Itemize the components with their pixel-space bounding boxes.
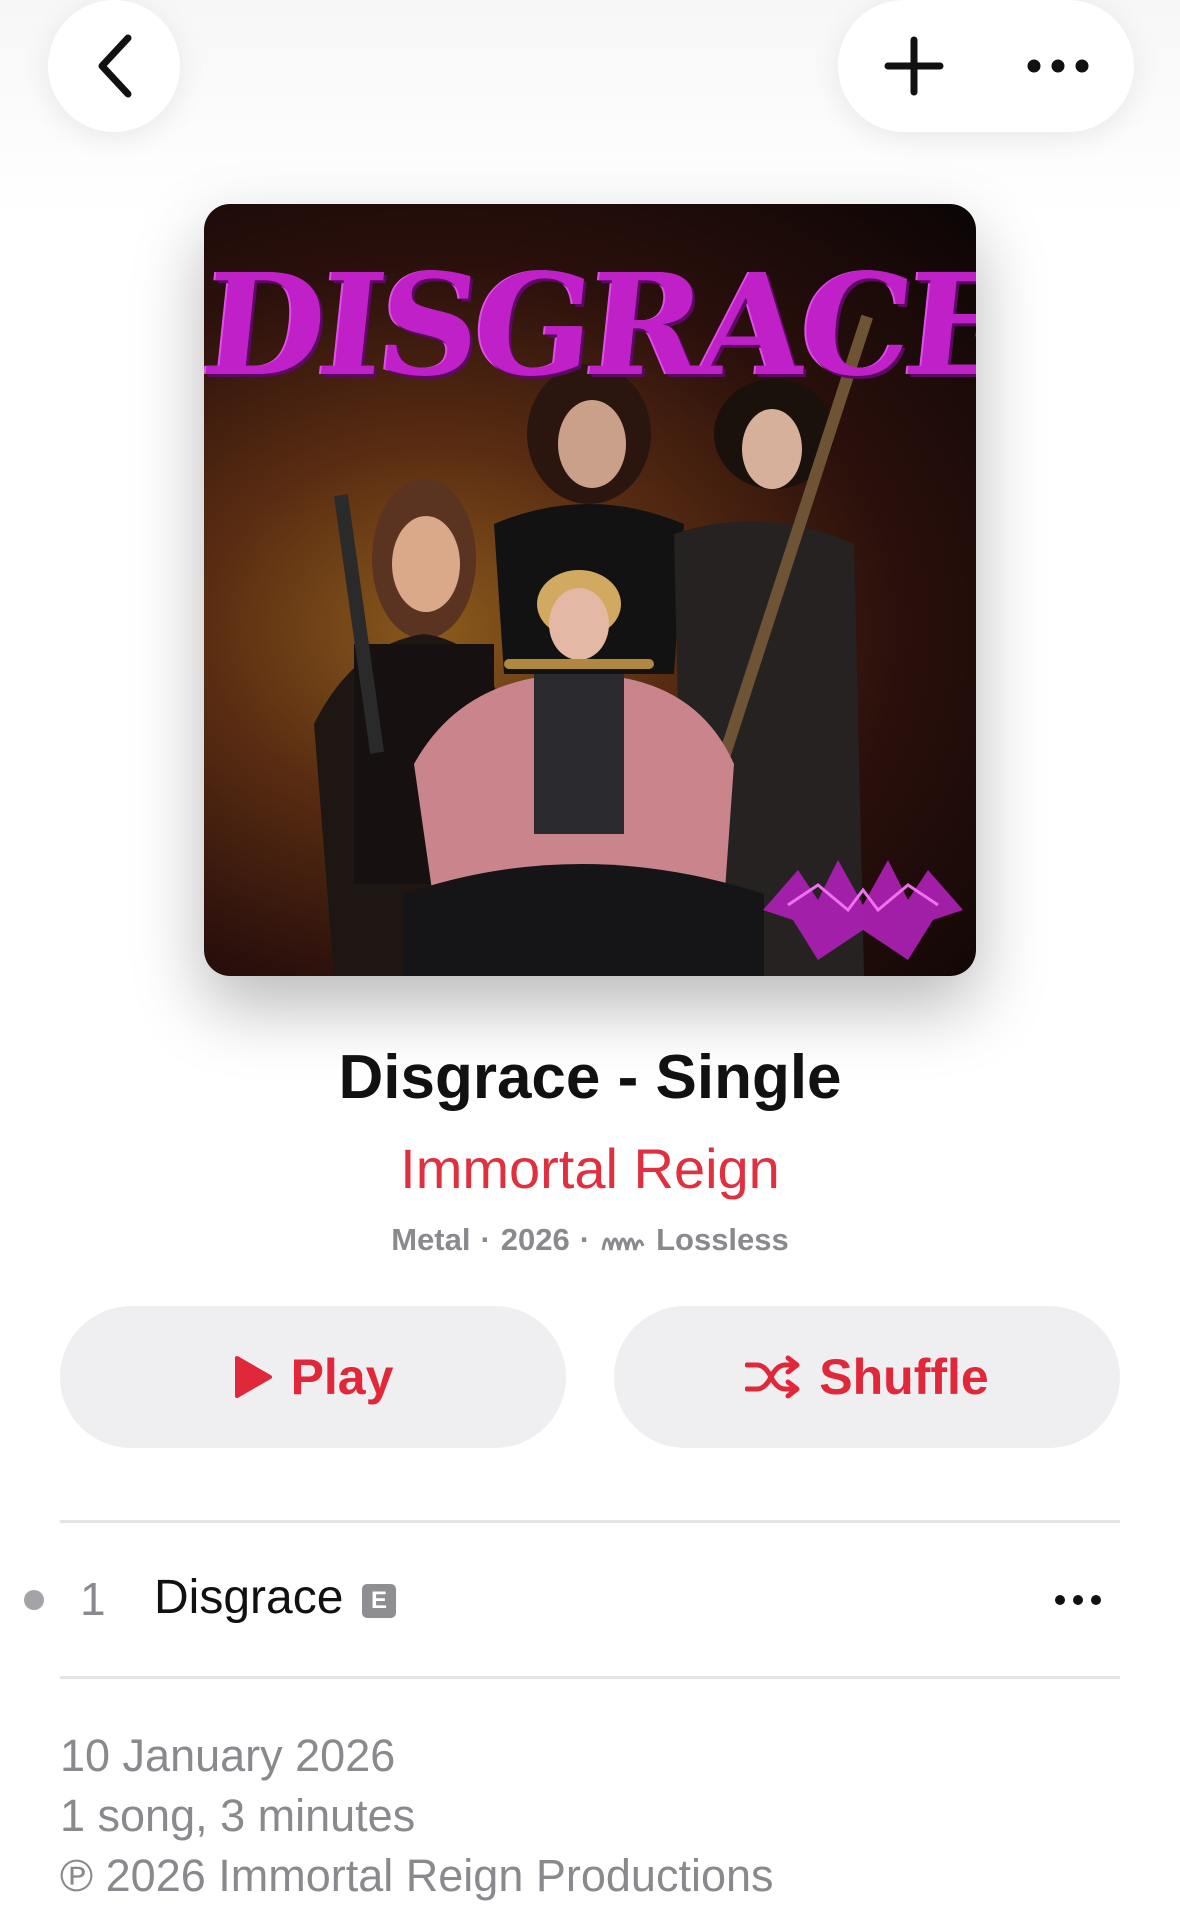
action-pill xyxy=(838,0,1134,132)
year-label: 2026 xyxy=(500,1222,570,1257)
shuffle-icon xyxy=(745,1355,800,1399)
list-divider-top xyxy=(60,1520,1120,1523)
genre-label: Metal xyxy=(391,1222,471,1257)
track-row[interactable]: 1 Disgrace E xyxy=(0,1524,1180,1674)
play-label: Play xyxy=(290,1349,394,1405)
list-divider-bottom xyxy=(60,1676,1120,1679)
artwork-title: DISGRACE xyxy=(204,244,976,408)
chevron-left-icon xyxy=(98,34,132,98)
play-icon xyxy=(234,1356,272,1398)
explicit-badge: E xyxy=(362,1584,396,1618)
back-button[interactable] xyxy=(48,0,180,132)
release-date: 10 January 2026 xyxy=(60,1730,396,1781)
now-playing-dot xyxy=(24,1590,44,1610)
ellipsis-icon xyxy=(1055,1595,1101,1605)
shuffle-button[interactable]: Shuffle xyxy=(614,1306,1120,1448)
add-button[interactable] xyxy=(874,26,954,106)
meta-separator: · xyxy=(480,1222,491,1257)
album-metadata: Metal · 2026 · Lossless xyxy=(0,1222,1180,1258)
track-number: 1 xyxy=(80,1573,106,1625)
album-title: Disgrace - Single xyxy=(338,1043,842,1112)
meta-separator: · xyxy=(579,1222,591,1257)
track-more-button[interactable] xyxy=(1042,1570,1114,1630)
plus-icon xyxy=(884,36,944,96)
copyright-text: ℗ 2026 Immortal Reign Productions xyxy=(60,1850,774,1901)
ellipsis-icon xyxy=(1027,59,1089,73)
album-artwork[interactable]: DISGRACE xyxy=(204,204,976,976)
shuffle-label: Shuffle xyxy=(819,1349,989,1405)
band-logo xyxy=(763,860,963,960)
artist-link[interactable]: Immortal Reign xyxy=(0,1136,1180,1201)
more-options-button[interactable] xyxy=(1018,26,1098,106)
track-title: Disgrace xyxy=(154,1571,344,1624)
lossless-icon xyxy=(601,1237,645,1251)
album-summary: 1 song, 3 minutes xyxy=(60,1790,416,1841)
play-button[interactable]: Play xyxy=(60,1306,566,1448)
quality-label: Lossless xyxy=(656,1222,789,1257)
